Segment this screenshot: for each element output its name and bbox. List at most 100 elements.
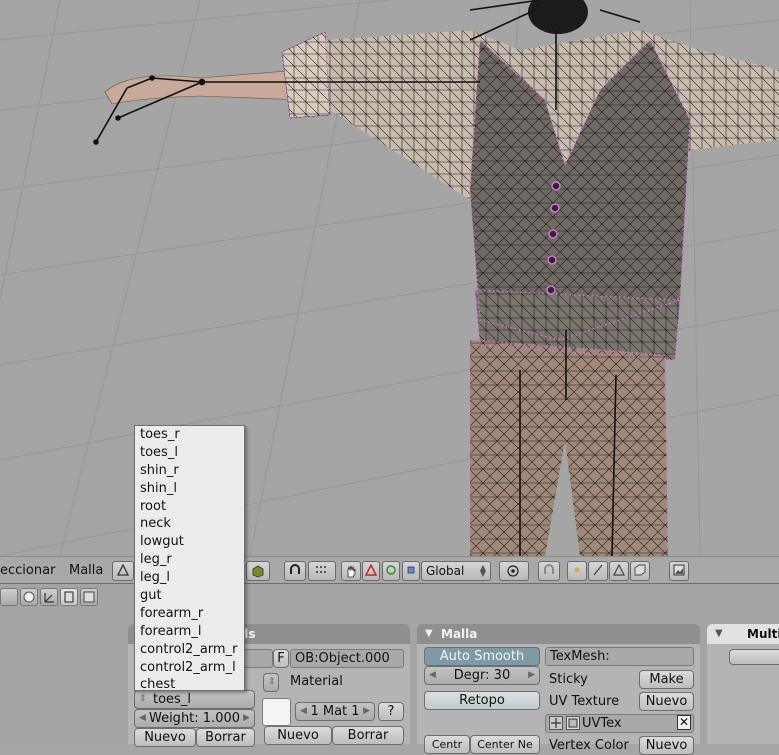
snap-toggle[interactable] — [538, 561, 560, 581]
orientation-select[interactable]: Global ▲ ▼ — [421, 561, 491, 581]
target-icon — [507, 565, 519, 577]
buttons-window: erials F OB:Object.000 ⇕ Material ◀ 1 Ma… — [0, 584, 779, 755]
multires-panel: ▼ Multi — [707, 624, 779, 744]
vertex-group-item[interactable]: forearm_r — [135, 605, 244, 623]
material-new-button[interactable]: Nuevo — [264, 726, 332, 745]
rotate-manipulator-button[interactable] — [362, 561, 380, 581]
updown-arrow-icon: ▲ ▼ — [479, 563, 487, 578]
vertex-group-item[interactable]: lowgut — [135, 533, 244, 551]
object-context-icon[interactable] — [40, 588, 58, 606]
pivot-selector[interactable] — [284, 561, 306, 581]
material-color-swatch[interactable] — [262, 698, 291, 726]
magnet-off-icon — [544, 564, 554, 574]
sticky-label: Sticky — [549, 672, 588, 687]
material-delete-button[interactable]: Borrar — [332, 726, 404, 745]
face-select-mode[interactable] — [609, 561, 629, 581]
close-icon[interactable]: ✕ — [677, 715, 691, 730]
uvtex-layer-row[interactable]: UVTex ✕ — [545, 714, 694, 733]
hand-tool-button[interactable] — [341, 561, 361, 581]
vertex-weight-field[interactable]: ◀ Weight: 1.000 ▶ — [134, 709, 255, 728]
cube-icon — [252, 565, 264, 578]
orientation-value: Global — [426, 564, 465, 578]
uvtex-name: UVTex — [582, 716, 622, 731]
vertex-group-item[interactable]: toes_l — [135, 444, 244, 462]
edge-select-mode[interactable] — [588, 561, 608, 581]
vertex-group-item[interactable]: forearm_l — [135, 623, 244, 641]
axis-icon — [44, 593, 54, 603]
hand-icon — [347, 565, 356, 578]
render-preview-button[interactable] — [669, 561, 689, 581]
circle-icon — [386, 565, 396, 575]
character-left-arm — [104, 69, 306, 105]
material-label: Material — [290, 674, 343, 689]
3d-view-header: eccionar Malla Global ▲ ▼ — [0, 556, 779, 584]
vertex-group-delete-button[interactable]: Borrar — [196, 728, 255, 747]
collapse-triangle-icon: ▼ — [715, 628, 723, 639]
red-triangle-icon — [365, 564, 377, 576]
uv-texture-new-button[interactable]: Nuevo — [639, 692, 694, 711]
mesh-panel-header[interactable]: ▼ Malla — [417, 624, 700, 644]
material-index-value: 1 Mat 1 — [310, 704, 360, 719]
mesh-panel-title: Malla — [441, 627, 478, 641]
occlude-geometry-toggle[interactable] — [630, 561, 650, 581]
magnet-icon — [290, 564, 300, 574]
grid-snap-button[interactable] — [308, 561, 336, 581]
shading-context-icon[interactable] — [20, 588, 38, 606]
mesh-panel: ▼ Malla Auto Smooth ◀ Degr: 30 ▶ Retopo … — [417, 624, 700, 755]
grid-icon — [316, 566, 326, 573]
vertex-mode-icon — [574, 567, 580, 573]
vertex-group-item[interactable]: shin_l — [135, 480, 244, 498]
vertex-group-item[interactable]: control2_arm_r — [135, 641, 244, 659]
material-index-field[interactable]: ◀ 1 Mat 1 ▶ — [295, 702, 375, 721]
translate-manipulator-button[interactable] — [402, 561, 420, 581]
scene-context-icon[interactable] — [80, 588, 98, 606]
vertex-group-item[interactable]: leg_l — [135, 569, 244, 587]
uv-active-render-icon[interactable] — [549, 716, 563, 730]
collapse-triangle-icon: ▼ — [425, 628, 433, 639]
mesh-menu[interactable]: Malla — [69, 563, 103, 578]
vertex-group-item[interactable]: chest — [135, 676, 244, 694]
vertex-group-item[interactable]: control2_arm_l — [135, 659, 244, 677]
centre-button[interactable]: Centr — [424, 735, 470, 754]
vertex-group-item[interactable]: gut — [135, 587, 244, 605]
face-mode-icon — [613, 564, 625, 576]
retopo-toggle[interactable]: Retopo — [424, 691, 540, 710]
auto-smooth-toggle[interactable]: Auto Smooth — [424, 647, 540, 666]
edit-square-icon — [64, 591, 74, 603]
sticky-make-button[interactable]: Make — [639, 670, 694, 689]
multires-panel-header[interactable]: ▼ Multi — [707, 624, 779, 644]
texmesh-field[interactable]: TexMesh: — [545, 647, 694, 666]
logic-context-icon[interactable] — [0, 588, 18, 606]
vertex-group-item[interactable]: shin_r — [135, 462, 244, 480]
material-help-button[interactable]: ? — [378, 702, 404, 721]
smooth-degree-field[interactable]: ◀ Degr: 30 ▶ — [424, 666, 540, 685]
vertex-group-new-button[interactable]: Nuevo — [134, 728, 196, 747]
material-browse-button[interactable]: ⇕ — [263, 673, 279, 692]
vertex-select-mode[interactable] — [567, 561, 587, 581]
fake-user-button[interactable]: F — [273, 649, 289, 668]
3d-viewport[interactable] — [0, 0, 779, 556]
vertex-group-item[interactable]: neck — [135, 515, 244, 533]
sphere-icon — [23, 591, 35, 603]
mode-selector[interactable] — [112, 561, 134, 581]
select-menu[interactable]: eccionar — [0, 563, 55, 578]
editing-context-icon[interactable] — [60, 588, 78, 606]
uv-active-icon[interactable] — [566, 716, 580, 730]
proportional-edit-select[interactable] — [499, 561, 529, 581]
vertex-group-item[interactable]: leg_r — [135, 551, 244, 569]
vertex-group-item[interactable]: root — [135, 498, 244, 516]
center-new-button[interactable]: Center Ne — [470, 735, 540, 754]
multires-panel-title: Multi — [747, 627, 779, 641]
mesh-name-field-end[interactable] — [243, 649, 273, 668]
multires-add-button[interactable] — [729, 649, 779, 665]
vertex-group-item[interactable]: toes_r — [135, 426, 244, 444]
viewport-canvas[interactable] — [0, 0, 779, 556]
vertex-color-new-button[interactable]: Nuevo — [639, 736, 694, 755]
smooth-degree-value: Degr: 30 — [453, 668, 511, 683]
scale-manipulator-button[interactable] — [382, 561, 400, 581]
draw-type-selector[interactable] — [246, 561, 270, 581]
triangle-icon — [117, 564, 129, 576]
square-icon — [407, 566, 415, 574]
object-name-field[interactable]: OB:Object.000 — [290, 649, 404, 668]
box-icon — [634, 564, 646, 576]
